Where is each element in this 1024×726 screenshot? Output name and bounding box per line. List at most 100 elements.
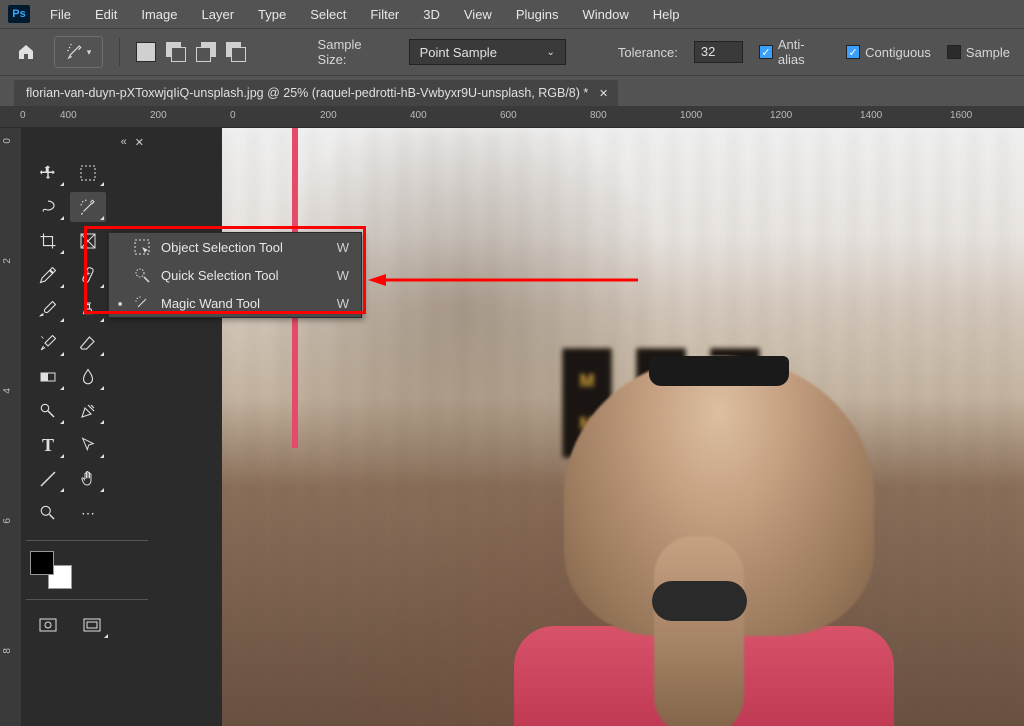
tool-flyout-menu: Object Selection Tool W Quick Selection …	[108, 232, 362, 318]
crop-tool[interactable]	[30, 226, 66, 256]
anti-alias-checkbox[interactable]: ✓Anti-alias	[759, 37, 830, 67]
sample-size-value: Point Sample	[420, 45, 497, 60]
type-tool[interactable]: T	[30, 430, 66, 460]
brush-tool[interactable]	[30, 294, 66, 324]
dodge-tool[interactable]	[30, 396, 66, 426]
pen-tool[interactable]	[70, 396, 106, 426]
vertical-ruler: 0 2 4 6 8	[0, 128, 22, 726]
flyout-label: Magic Wand Tool	[161, 296, 327, 311]
menu-3d[interactable]: 3D	[413, 3, 450, 26]
ruler-tick: 0	[2, 138, 13, 144]
flyout-magic-wand[interactable]: ▪ Magic Wand Tool W	[109, 289, 361, 317]
selection-subtract[interactable]	[196, 42, 216, 62]
ruler-tick: 200	[320, 110, 337, 121]
close-tab-icon[interactable]: ✕	[599, 87, 608, 100]
move-tool[interactable]	[30, 158, 66, 188]
contiguous-checkbox[interactable]: ✓Contiguous	[846, 45, 931, 60]
lasso-tool[interactable]	[30, 192, 66, 222]
selection-intersect[interactable]	[226, 42, 246, 62]
tolerance-input[interactable]: 32	[694, 41, 743, 63]
ruler-tick: 8	[2, 648, 13, 654]
menu-view[interactable]: View	[454, 3, 502, 26]
sample-all-label: Sample	[966, 45, 1010, 60]
frame-tool[interactable]	[70, 226, 106, 256]
ruler-tick: 400	[60, 110, 77, 121]
magic-wand-icon	[133, 295, 151, 311]
menu-help[interactable]: Help	[643, 3, 690, 26]
flyout-quick-selection[interactable]: Quick Selection Tool W	[109, 261, 361, 289]
clone-stamp-tool[interactable]	[70, 294, 106, 324]
options-bar: ▾ Sample Size: Point Sample⌄ Tolerance: …	[0, 28, 1024, 76]
ruler-tick: 200	[150, 110, 167, 121]
color-picker[interactable]	[30, 551, 72, 589]
eyedropper-tool[interactable]	[30, 260, 66, 290]
menu-type[interactable]: Type	[248, 3, 296, 26]
horizontal-ruler: 0 400 200 0 200 400 600 800 1000 1200 14…	[0, 106, 1024, 128]
document-title: florian-van-duyn-pXToxwjqIiQ-unsplash.jp…	[26, 86, 588, 100]
ruler-tick: 4	[2, 388, 13, 394]
magic-wand-tool[interactable]	[70, 192, 106, 222]
healing-brush-tool[interactable]	[70, 260, 106, 290]
document-image: MM MM MM	[222, 128, 1024, 726]
menu-filter[interactable]: Filter	[360, 3, 409, 26]
selection-add[interactable]	[166, 42, 186, 62]
flyout-bullet-active: ▪	[117, 296, 123, 311]
menu-image[interactable]: Image	[131, 3, 187, 26]
menu-bar: Ps File Edit Image Layer Type Select Fil…	[0, 0, 1024, 28]
edit-toolbar[interactable]: ⋯	[70, 498, 106, 528]
path-selection-tool[interactable]	[70, 430, 106, 460]
ruler-tick: 0	[20, 110, 26, 121]
flyout-shortcut: W	[337, 268, 349, 283]
foreground-color[interactable]	[30, 551, 54, 575]
zoom-tool[interactable]	[30, 498, 66, 528]
canvas-area[interactable]: MM MM MM	[152, 128, 1024, 726]
line-tool[interactable]	[30, 464, 66, 494]
menu-select[interactable]: Select	[300, 3, 356, 26]
flyout-shortcut: W	[337, 296, 349, 311]
ruler-tick: 400	[410, 110, 427, 121]
flyout-shortcut: W	[337, 240, 349, 255]
eraser-tool[interactable]	[70, 328, 106, 358]
marquee-tool[interactable]	[70, 158, 106, 188]
selection-new[interactable]	[136, 42, 156, 62]
toolbox-panel: « ✕ T ⋯	[22, 128, 152, 726]
ruler-tick: 600	[500, 110, 517, 121]
sample-size-select[interactable]: Point Sample⌄	[409, 39, 566, 65]
sample-all-checkbox[interactable]: Sample	[947, 45, 1010, 60]
ruler-tick: 1600	[950, 110, 972, 121]
screen-mode[interactable]	[74, 610, 110, 640]
contiguous-label: Contiguous	[865, 45, 931, 60]
home-button[interactable]	[14, 40, 38, 64]
selection-mode-group	[136, 42, 246, 62]
history-brush-tool[interactable]	[30, 328, 66, 358]
ruler-tick: 2	[2, 258, 13, 264]
gradient-tool[interactable]	[30, 362, 66, 392]
quick-selection-icon	[133, 267, 151, 283]
ruler-tick: 1200	[770, 110, 792, 121]
tolerance-label: Tolerance:	[618, 45, 678, 60]
object-selection-icon	[133, 239, 151, 255]
flyout-label: Object Selection Tool	[161, 240, 327, 255]
blur-tool[interactable]	[70, 362, 106, 392]
app-logo: Ps	[8, 5, 30, 23]
document-tab[interactable]: florian-van-duyn-pXToxwjqIiQ-unsplash.jp…	[14, 80, 618, 106]
anti-alias-label: Anti-alias	[778, 37, 830, 67]
flyout-object-selection[interactable]: Object Selection Tool W	[109, 233, 361, 261]
menu-window[interactable]: Window	[572, 3, 638, 26]
ruler-tick: 6	[2, 518, 13, 524]
ruler-tick: 1400	[860, 110, 882, 121]
tool-preset-picker[interactable]: ▾	[54, 36, 103, 68]
menu-layer[interactable]: Layer	[192, 3, 245, 26]
document-tab-bar: florian-van-duyn-pXToxwjqIiQ-unsplash.jp…	[0, 76, 1024, 106]
menu-plugins[interactable]: Plugins	[506, 3, 569, 26]
flyout-label: Quick Selection Tool	[161, 268, 327, 283]
ruler-tick: 0	[230, 110, 236, 121]
collapse-icon[interactable]: «	[121, 136, 127, 148]
menu-file[interactable]: File	[40, 3, 81, 26]
hand-tool[interactable]	[70, 464, 106, 494]
close-icon[interactable]: ✕	[135, 136, 144, 149]
sample-size-label: Sample Size:	[318, 37, 393, 67]
quick-mask-mode[interactable]	[30, 610, 66, 640]
ruler-tick: 1000	[680, 110, 702, 121]
menu-edit[interactable]: Edit	[85, 3, 127, 26]
